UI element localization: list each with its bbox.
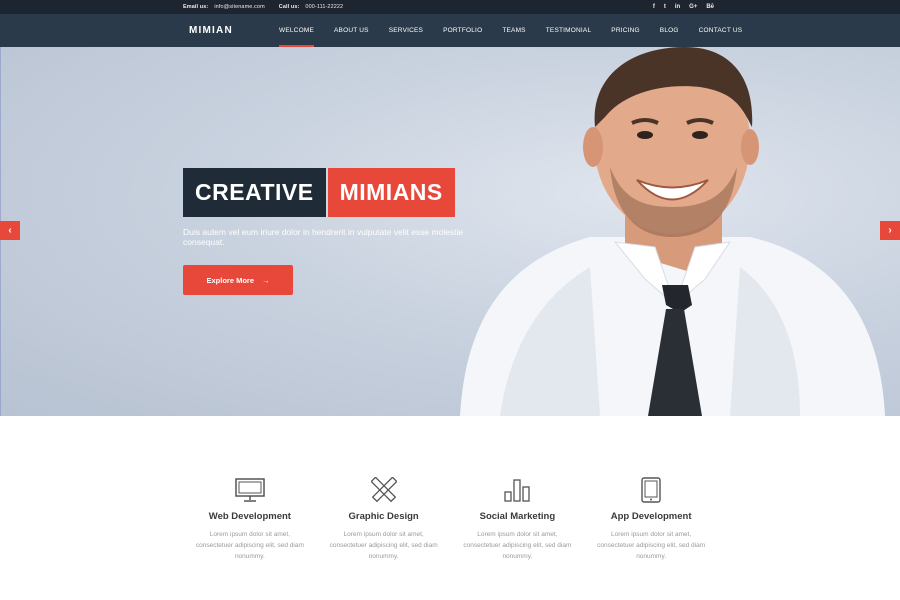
linkedin-icon[interactable]: in bbox=[675, 4, 680, 10]
service-desc: Lorem ipsum dolor sit amet, consectetuer… bbox=[195, 531, 304, 560]
contact-info: Email us: info@sitename.com Call us: 000… bbox=[183, 0, 357, 14]
bar-chart-icon bbox=[504, 479, 531, 502]
twitter-icon[interactable]: t bbox=[664, 4, 666, 10]
nav-item-portfolio[interactable]: PORTFOLIO bbox=[443, 14, 482, 47]
nav-menu: WELCOME ABOUT US SERVICES PORTFOLIO TEAM… bbox=[279, 14, 742, 47]
slider-prev-button[interactable]: ‹ bbox=[0, 221, 20, 240]
service-card: Social Marketing Lorem ipsum dolor sit a… bbox=[451, 476, 585, 562]
email-label: Email us: bbox=[183, 4, 209, 10]
google-plus-icon[interactable]: G+ bbox=[689, 4, 697, 10]
nav-item-welcome[interactable]: WELCOME bbox=[279, 14, 314, 47]
social-links: f t in G+ Bē bbox=[653, 0, 714, 14]
arrow-right-icon: → bbox=[262, 275, 270, 285]
service-desc: Lorem ipsum dolor sit amet, consectetuer… bbox=[329, 531, 438, 560]
nav-item-pricing[interactable]: PRICING bbox=[611, 14, 640, 47]
call-label: Call us: bbox=[278, 4, 300, 10]
hero-slider: CREATIVE MIMIANS Duis autem vel eum iriu… bbox=[0, 47, 900, 416]
service-card: Graphic Design Lorem ipsum dolor sit ame… bbox=[317, 476, 451, 562]
brand-logo[interactable]: MIMIAN bbox=[189, 14, 233, 47]
service-card: App Development Lorem ipsum dolor sit am… bbox=[584, 476, 718, 562]
main-navbar: MIMIAN WELCOME ABOUT US SERVICES PORTFOL… bbox=[0, 14, 900, 47]
service-title: Graphic Design bbox=[348, 511, 419, 522]
monitor-icon bbox=[235, 478, 265, 502]
nav-item-contact[interactable]: CONTACT US bbox=[699, 14, 743, 47]
service-card: Web Development Lorem ipsum dolor sit am… bbox=[183, 476, 317, 562]
headline-word-1: CREATIVE bbox=[183, 168, 326, 217]
service-title: Social Marketing bbox=[479, 511, 556, 522]
slider-next-button[interactable]: › bbox=[880, 221, 900, 240]
nav-item-testimonial[interactable]: TESTIMONIAL bbox=[546, 14, 592, 47]
explore-more-button[interactable]: Explore More → bbox=[183, 265, 293, 295]
explore-more-label: Explore More bbox=[206, 275, 254, 285]
top-bar: Email us: info@sitename.com Call us: 000… bbox=[0, 0, 900, 14]
hero-person-image bbox=[460, 47, 885, 416]
hero-lead-text: Duis autem vel eum iriure dolor in hendr… bbox=[183, 227, 464, 247]
pencil-ruler-icon bbox=[370, 477, 397, 503]
service-title: App Development bbox=[610, 511, 692, 522]
facebook-icon[interactable]: f bbox=[653, 4, 655, 10]
nav-item-blog[interactable]: BLOG bbox=[660, 14, 679, 47]
email-link[interactable]: info@sitename.com bbox=[214, 4, 264, 10]
tablet-icon bbox=[641, 477, 661, 503]
chevron-right-icon: › bbox=[888, 225, 892, 236]
hero-headline: CREATIVE MIMIANS bbox=[183, 168, 455, 217]
service-desc: Lorem ipsum dolor sit amet, consectetuer… bbox=[597, 531, 706, 560]
services-section: Web Development Lorem ipsum dolor sit am… bbox=[183, 476, 718, 562]
behance-icon[interactable]: Bē bbox=[706, 4, 714, 10]
service-title: Web Development bbox=[208, 511, 291, 522]
headline-word-2: MIMIANS bbox=[327, 168, 455, 217]
nav-item-services[interactable]: SERVICES bbox=[389, 14, 423, 47]
service-desc: Lorem ipsum dolor sit amet, consectetuer… bbox=[463, 531, 572, 560]
nav-item-teams[interactable]: TEAMS bbox=[502, 14, 525, 47]
nav-item-about[interactable]: ABOUT US bbox=[334, 14, 369, 47]
phone-link[interactable]: 000-111-22222 bbox=[305, 4, 343, 10]
chevron-left-icon: ‹ bbox=[8, 225, 12, 236]
